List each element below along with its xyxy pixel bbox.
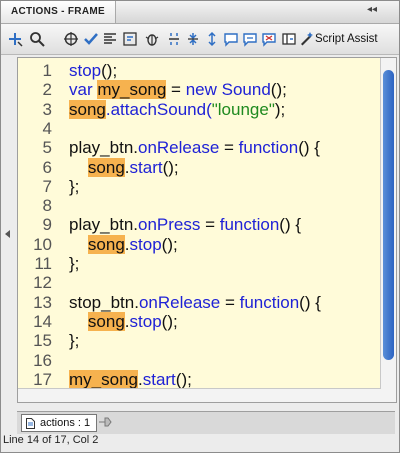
- panel-resize-grip[interactable]: [4, 225, 12, 243]
- document-icon: [26, 417, 35, 429]
- highlighted-identifier: my_song: [69, 369, 138, 389]
- check-syntax-icon[interactable]: [81, 29, 101, 49]
- show-code-hint-icon[interactable]: [120, 29, 140, 49]
- panel-tab-actions-frame[interactable]: ACTIONS - FRAME: [1, 1, 116, 23]
- horizontal-scrollbar[interactable]: [18, 388, 381, 402]
- script-assist-label: Script Assist: [315, 33, 378, 45]
- script-tabs-bar: actions : 1: [17, 411, 395, 434]
- pin-script-icon[interactable]: [97, 415, 113, 429]
- script-tab-label: actions : 1: [40, 417, 91, 429]
- actions-panel: ACTIONS - FRAME ◂◂ Script Assist 1 stop(…: [0, 0, 400, 453]
- apply-block-comment-icon[interactable]: [221, 29, 241, 49]
- code-token: ();: [175, 369, 192, 389]
- collapse-selection-icon[interactable]: [183, 29, 203, 49]
- actions-toolbar: Script Assist: [1, 24, 399, 55]
- remove-comment-icon[interactable]: [259, 29, 279, 49]
- script-tab-actions[interactable]: actions : 1: [21, 414, 98, 432]
- vertical-scrollbar[interactable]: [380, 58, 396, 402]
- collapse-between-braces-icon[interactable]: [164, 29, 184, 49]
- script-editor[interactable]: 1 stop(); 2 var my_song = new Sound(); 3 song…: [17, 57, 397, 403]
- script-assist-icon: [301, 32, 313, 46]
- vertical-scroll-thumb[interactable]: [383, 70, 394, 360]
- collapse-panel-icon[interactable]: ◂◂: [367, 4, 377, 15]
- code-token: start: [142, 369, 176, 389]
- show-hide-toolbox-icon[interactable]: [279, 29, 299, 49]
- apply-line-comment-icon[interactable]: [240, 29, 260, 49]
- expand-all-icon[interactable]: [202, 29, 222, 49]
- auto-format-icon[interactable]: [100, 29, 120, 49]
- status-line: Line 14 of 17, Col 2: [3, 434, 99, 446]
- panel-titlebar: ACTIONS - FRAME ◂◂: [1, 1, 399, 24]
- insert-target-path-icon[interactable]: [61, 29, 81, 49]
- add-new-item-icon[interactable]: [5, 29, 25, 49]
- script-assist-button[interactable]: Script Assist: [298, 29, 378, 49]
- debug-options-icon[interactable]: [142, 29, 162, 49]
- find-icon[interactable]: [27, 29, 47, 49]
